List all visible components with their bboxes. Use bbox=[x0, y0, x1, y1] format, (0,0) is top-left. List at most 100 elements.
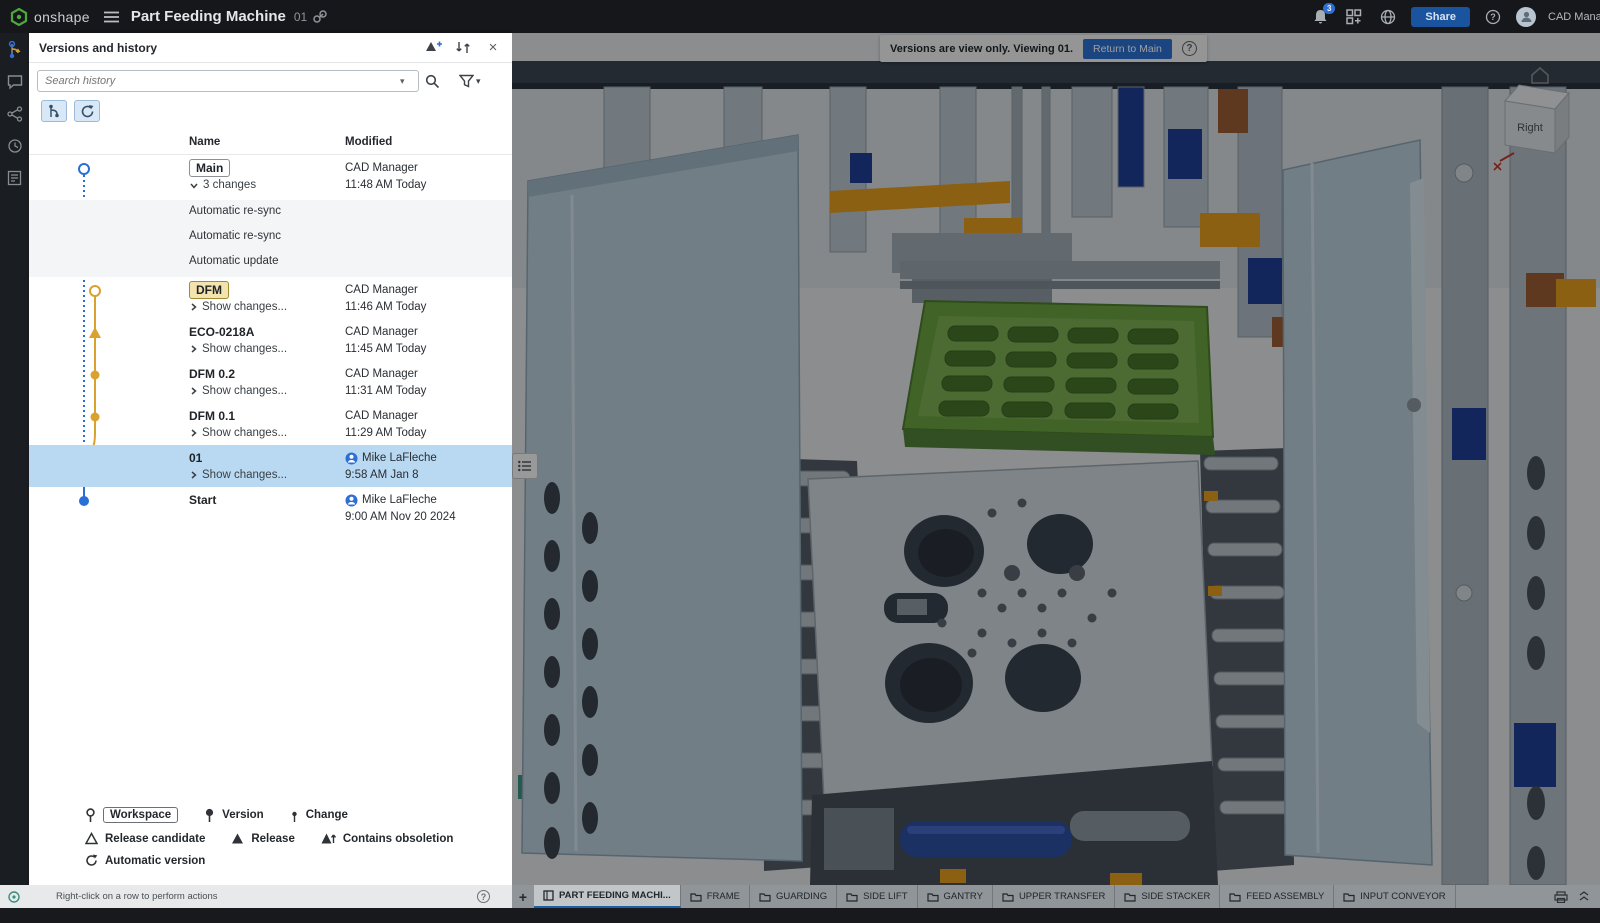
share-graph-icon[interactable] bbox=[6, 105, 24, 123]
hint-text: Right-click on a row to perform actions bbox=[56, 891, 218, 902]
document-version-label: 01 bbox=[294, 10, 307, 24]
tab-guarding[interactable]: GUARDING bbox=[750, 885, 837, 908]
row-workspace-main[interactable]: Main 3 changes CAD Manager11:48 AM Today bbox=[29, 155, 512, 200]
tab-label: SIDE STACKER bbox=[1141, 891, 1210, 902]
panel-header: Versions and history × bbox=[29, 33, 512, 63]
globe-icon[interactable] bbox=[1377, 6, 1399, 28]
onshape-logo-icon[interactable] bbox=[10, 8, 28, 26]
cad-model-canvas[interactable]: Right bbox=[512, 33, 1600, 885]
workspace-node-icon bbox=[85, 808, 96, 823]
folder-icon bbox=[1124, 892, 1136, 902]
row-change[interactable]: Automatic re-sync bbox=[29, 225, 512, 250]
return-to-main-button[interactable]: Return to Main bbox=[1083, 39, 1172, 59]
graphics-viewport[interactable]: Right Versions are view only. Viewing 01… bbox=[512, 33, 1600, 885]
row-workspace-dfm[interactable]: DFM Show changes... CAD Manager11:46 AM … bbox=[29, 277, 512, 319]
release-icon bbox=[231, 832, 244, 845]
hint-help-icon[interactable]: ? bbox=[477, 890, 490, 903]
notifications-bell-icon[interactable]: 3 bbox=[1309, 6, 1331, 28]
top-beam bbox=[512, 61, 1600, 89]
folder-icon bbox=[1229, 892, 1241, 902]
banner-help-icon[interactable]: ? bbox=[1182, 41, 1197, 56]
version-rows: Main 3 changes CAD Manager11:48 AM Today… bbox=[29, 155, 512, 535]
row-version-dfm-0-2[interactable]: DFM 0.2 Show changes... CAD Manager11:31… bbox=[29, 361, 512, 403]
chevron-right-icon[interactable] bbox=[189, 302, 198, 312]
help-icon[interactable]: ? bbox=[1482, 6, 1504, 28]
user-avatar-icon bbox=[345, 494, 358, 507]
compare-versions-icon[interactable] bbox=[452, 37, 474, 59]
link-icon[interactable] bbox=[313, 10, 327, 24]
view-only-banner: Versions are view only. Viewing 01. Retu… bbox=[880, 35, 1207, 62]
workspace-main-label[interactable]: Main bbox=[189, 159, 230, 177]
chevron-right-icon[interactable] bbox=[189, 344, 198, 354]
close-icon[interactable]: × bbox=[482, 37, 504, 59]
graph-toggles bbox=[41, 100, 100, 122]
left-guard-panel[interactable] bbox=[522, 135, 802, 861]
main-menu-icon[interactable] bbox=[104, 11, 119, 23]
show-changes-link[interactable]: Show changes... bbox=[202, 343, 287, 355]
tab-side-stacker[interactable]: SIDE STACKER bbox=[1115, 885, 1220, 908]
create-version-icon[interactable] bbox=[422, 37, 444, 59]
left-toolbar bbox=[0, 33, 29, 885]
highlighted-green-tray[interactable] bbox=[903, 301, 1215, 455]
user-avatar[interactable] bbox=[1516, 7, 1536, 27]
show-auto-versions-toggle[interactable] bbox=[74, 100, 100, 122]
panel-hint-bar: Right-click on a row to perform actions … bbox=[0, 885, 512, 908]
search-dropdown-caret-icon[interactable]: ▾ bbox=[400, 76, 405, 87]
workspace-dfm-label[interactable]: DFM bbox=[189, 281, 229, 299]
chevron-right-icon[interactable] bbox=[189, 428, 198, 438]
bottom-bar: Right-click on a row to perform actions … bbox=[0, 885, 1600, 908]
tab-part-feeding-machine[interactable]: PART FEEDING MACHI... bbox=[534, 885, 681, 908]
bottom-strip bbox=[0, 908, 1600, 923]
show-changes-link[interactable]: Show changes... bbox=[202, 469, 287, 481]
chevron-right-icon[interactable] bbox=[189, 386, 198, 396]
legend-change: Change bbox=[290, 808, 348, 823]
notification-badge: 3 bbox=[1323, 3, 1335, 14]
search-row: ▾ ▾ bbox=[29, 69, 512, 93]
legend-automatic-version: Automatic version bbox=[85, 854, 205, 867]
search-icon[interactable] bbox=[419, 70, 445, 92]
filter-icon[interactable]: ▾ bbox=[459, 74, 481, 88]
row-version-01[interactable]: 01 Show changes... Mike LaFleche 9:58 AM… bbox=[29, 445, 512, 487]
comments-panel-icon[interactable] bbox=[6, 73, 24, 91]
version-actions-flyout-button[interactable] bbox=[512, 453, 538, 479]
tab-frame[interactable]: FRAME bbox=[681, 885, 750, 908]
show-changes-link[interactable]: Show changes... bbox=[202, 301, 287, 313]
add-tab-button[interactable]: + bbox=[512, 885, 534, 908]
legend-contains-obsoletion: Contains obsoletion bbox=[321, 832, 454, 845]
center-baseplate[interactable] bbox=[808, 461, 1212, 801]
app-store-icon[interactable] bbox=[1343, 6, 1365, 28]
right-guard-panel[interactable] bbox=[1283, 140, 1432, 865]
show-branches-toggle[interactable] bbox=[41, 100, 67, 122]
assembly-icon bbox=[543, 890, 554, 901]
tab-label: INPUT CONVEYOR bbox=[1360, 891, 1445, 902]
tab-label: SIDE LIFT bbox=[863, 891, 907, 902]
expand-tabs-icon[interactable] bbox=[1578, 891, 1590, 903]
show-changes-link[interactable]: Show changes... bbox=[202, 385, 287, 397]
row-version-dfm-0-1[interactable]: DFM 0.1 Show changes... CAD Manager11:29… bbox=[29, 403, 512, 445]
row-change[interactable]: Automatic re-sync bbox=[29, 200, 512, 225]
legend-workspace: Workspace bbox=[85, 807, 178, 823]
document-title: Part Feeding Machine bbox=[131, 8, 286, 25]
share-button[interactable]: Share bbox=[1411, 7, 1470, 27]
chevron-down-icon[interactable] bbox=[189, 181, 199, 190]
row-version-start[interactable]: Start Mike LaFleche 9:00 AM Nov 20 2024 bbox=[29, 487, 512, 529]
print-icon[interactable] bbox=[1554, 891, 1568, 903]
tab-upper-transfer[interactable]: UPPER TRANSFER bbox=[993, 885, 1115, 908]
properties-form-icon[interactable] bbox=[6, 169, 24, 187]
row-time: 11:48 AM Today bbox=[345, 177, 426, 194]
chevron-right-icon[interactable] bbox=[189, 470, 198, 480]
view-cube-face-label[interactable]: Right bbox=[1517, 122, 1543, 134]
search-box[interactable]: ▾ bbox=[37, 70, 419, 92]
tab-input-conveyor[interactable]: INPUT CONVEYOR bbox=[1334, 885, 1455, 908]
history-clock-icon[interactable] bbox=[6, 137, 24, 155]
search-input[interactable] bbox=[45, 75, 400, 87]
row-change[interactable]: Automatic update bbox=[29, 250, 512, 277]
show-changes-link[interactable]: Show changes... bbox=[202, 427, 287, 439]
tab-gantry[interactable]: GANTRY bbox=[918, 885, 993, 908]
versions-panel-icon[interactable] bbox=[6, 41, 24, 59]
app-name: onshape bbox=[34, 9, 90, 25]
changes-count[interactable]: 3 changes bbox=[203, 179, 256, 191]
row-release-eco-0218a[interactable]: ECO-0218A Show changes... CAD Manager11:… bbox=[29, 319, 512, 361]
tab-side-lift[interactable]: SIDE LIFT bbox=[837, 885, 917, 908]
tab-feed-assembly[interactable]: FEED ASSEMBLY bbox=[1220, 885, 1334, 908]
